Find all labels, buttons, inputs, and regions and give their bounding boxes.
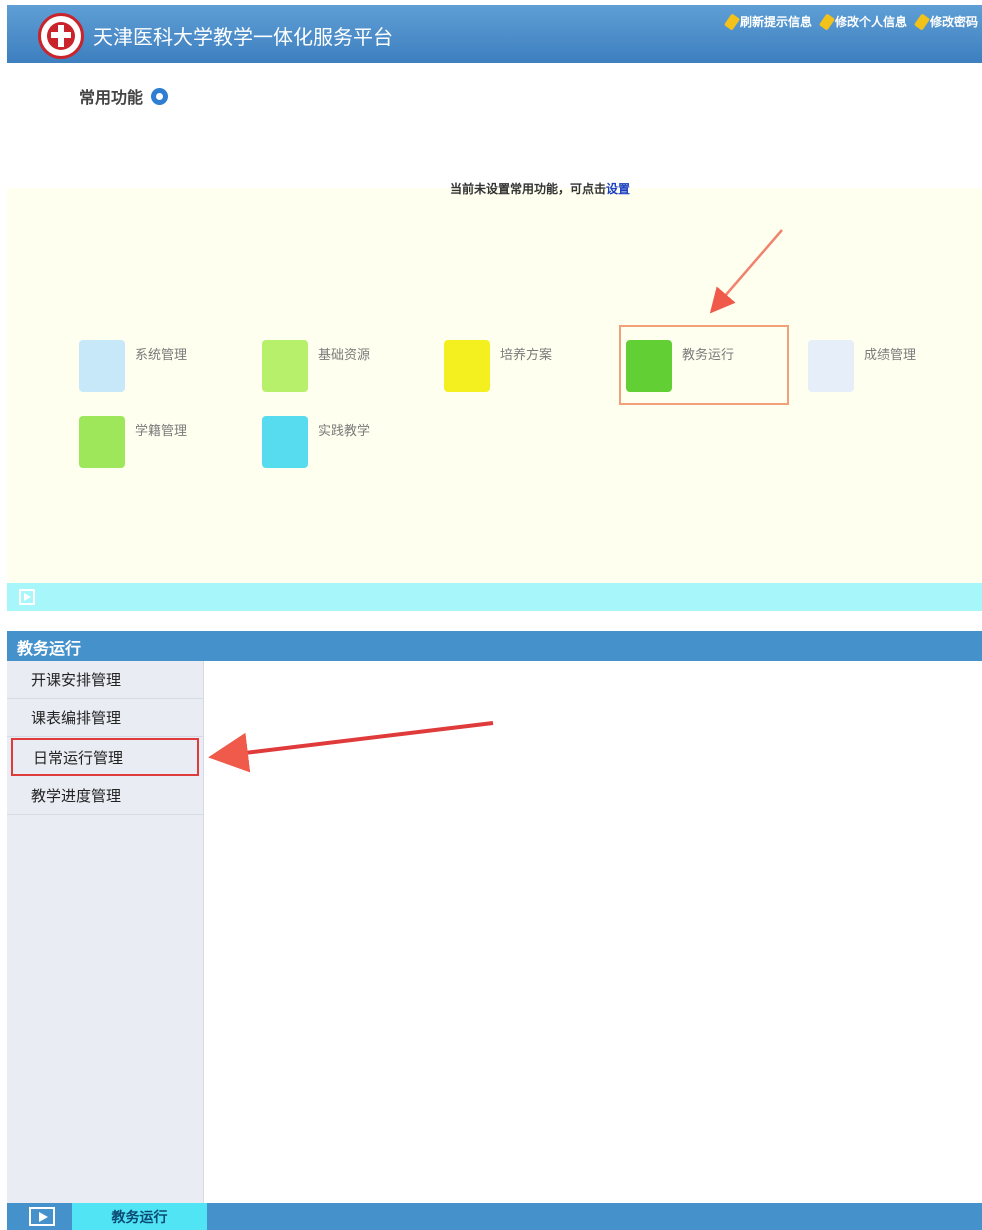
module-resource[interactable]: 基础资源 <box>262 340 370 392</box>
edit-profile-link[interactable]: 修改个人信息 <box>818 12 907 31</box>
taskbar-bottom: 教务运行 <box>7 1203 982 1230</box>
pencil-icon <box>723 12 741 31</box>
gear-icon[interactable] <box>151 87 169 105</box>
module-plan[interactable]: 培养方案 <box>444 340 552 392</box>
arrow-to-menu-item <box>208 721 494 773</box>
menu-teaching-progress[interactable]: 教学进度管理 <box>7 777 203 815</box>
resource-icon <box>262 340 308 392</box>
module-system[interactable]: 系统管理 <box>79 340 187 392</box>
menu-timetable[interactable]: 课表编排管理 <box>7 699 203 737</box>
change-password-link[interactable]: 修改密码 <box>913 12 978 31</box>
site-title: 天津医科大学教学一体化服务平台 <box>93 25 393 49</box>
set-favorites-link[interactable]: 设置 <box>606 182 630 196</box>
system-icon <box>79 340 125 392</box>
module-status[interactable]: 学籍管理 <box>79 416 187 468</box>
university-logo <box>38 13 84 59</box>
refresh-notice-link[interactable]: 刷新提示信息 <box>723 12 812 31</box>
module-grade[interactable]: 成绩管理 <box>808 340 916 392</box>
practice-icon <box>262 416 308 468</box>
menu-course-arrangement[interactable]: 开课安排管理 <box>7 661 203 699</box>
pencil-icon <box>818 12 836 31</box>
favorites-label: 常用功能 <box>79 88 144 107</box>
top-header: 天津医科大学教学一体化服务平台 刷新提示信息 修改个人信息 修改密码 <box>7 5 982 63</box>
taskbar-top <box>7 583 982 611</box>
plan-icon <box>444 340 490 392</box>
play-icon[interactable] <box>29 1207 55 1226</box>
key-icon <box>913 12 931 31</box>
status-icon <box>79 416 125 468</box>
favorites-empty-hint: 当前未设置常用功能，可点击设置 <box>450 182 631 196</box>
taskbar-tab-academic[interactable]: 教务运行 <box>72 1203 207 1230</box>
section-title: 教务运行 <box>17 639 82 658</box>
header-links: 刷新提示信息 修改个人信息 修改密码 <box>723 12 978 31</box>
module-highlight-box <box>619 325 789 405</box>
grade-icon <box>808 340 854 392</box>
section-header: 教务运行 <box>7 631 982 661</box>
sidebar: 开课安排管理 课表编排管理 日常运行管理 教学进度管理 <box>7 661 204 1203</box>
module-practice[interactable]: 实践教学 <box>262 416 370 468</box>
play-icon[interactable] <box>19 589 35 605</box>
menu-daily-operation[interactable]: 日常运行管理 <box>11 738 199 776</box>
favorites-row: 常用功能 <box>79 84 169 108</box>
